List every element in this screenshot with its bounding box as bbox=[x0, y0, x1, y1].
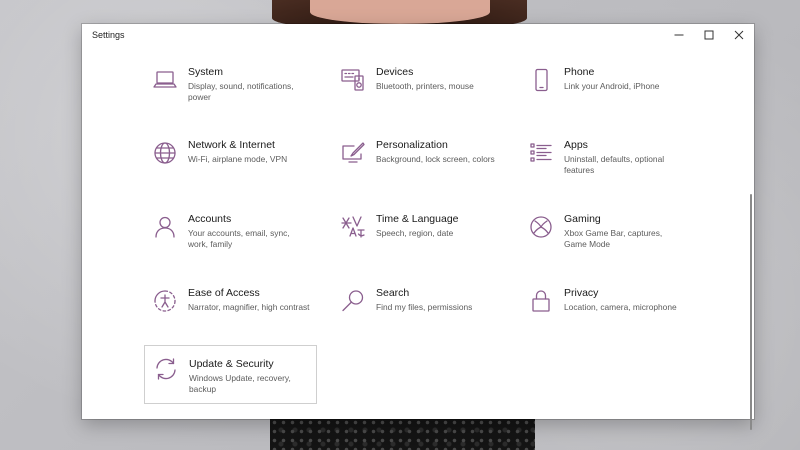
category-name: System bbox=[188, 66, 224, 78]
category-phone[interactable]: Phone Link your Android, iPhone bbox=[520, 63, 692, 123]
category-privacy[interactable]: Privacy Location, camera, microphone bbox=[520, 284, 692, 344]
category-name: Ease of Access bbox=[188, 287, 260, 299]
lock-icon bbox=[528, 288, 554, 314]
phone-icon bbox=[528, 67, 554, 93]
category-network-internet[interactable]: Network & Internet Wi-Fi, airplane mode,… bbox=[144, 136, 316, 196]
category-name: Accounts bbox=[188, 213, 232, 225]
category-description: Bluetooth, printers, mouse bbox=[376, 81, 474, 91]
person-icon bbox=[152, 214, 178, 240]
category-name: Update & Security bbox=[189, 358, 274, 370]
time-language-icon bbox=[340, 214, 366, 240]
category-name: Network & Internet bbox=[188, 139, 275, 151]
category-apps[interactable]: Apps Uninstall, defaults, optional featu… bbox=[520, 136, 692, 196]
category-name: Search bbox=[376, 287, 410, 299]
category-description: Find my files, permissions bbox=[376, 302, 473, 312]
category-description: Location, camera, microphone bbox=[564, 302, 677, 312]
title-bar[interactable]: Settings bbox=[82, 24, 754, 46]
category-name: Gaming bbox=[564, 213, 601, 225]
sync-icon bbox=[153, 356, 179, 382]
close-button[interactable] bbox=[724, 24, 754, 46]
category-description: Windows Update, recovery, backup bbox=[189, 373, 291, 394]
globe-icon bbox=[152, 140, 178, 166]
magnifier-icon bbox=[340, 288, 366, 314]
settings-window: Settings System Display, sound, notifica… bbox=[82, 24, 754, 430]
category-system[interactable]: System Display, sound, notifications, po… bbox=[144, 63, 316, 123]
maximize-icon bbox=[704, 30, 714, 40]
category-description: Speech, region, date bbox=[376, 228, 454, 238]
category-name: Personalization bbox=[376, 139, 448, 151]
category-description: Link your Android, iPhone bbox=[564, 81, 660, 91]
category-description: Background, lock screen, colors bbox=[376, 154, 495, 164]
maximize-button[interactable] bbox=[694, 24, 724, 46]
category-ease-of-access[interactable]: Ease of Access Narrator, magnifier, high… bbox=[144, 284, 316, 344]
category-personalization[interactable]: Personalization Background, lock screen,… bbox=[332, 136, 504, 196]
background-lace bbox=[270, 418, 535, 450]
category-description: Uninstall, defaults, optional features bbox=[564, 154, 665, 175]
category-description: Your accounts, email, sync, work, family bbox=[188, 228, 290, 249]
minimize-icon bbox=[674, 34, 684, 36]
scrollbar[interactable] bbox=[750, 194, 752, 430]
close-icon bbox=[734, 30, 744, 40]
category-name: Privacy bbox=[564, 287, 599, 299]
xbox-icon bbox=[528, 214, 554, 240]
category-name: Devices bbox=[376, 66, 414, 78]
window-controls bbox=[664, 24, 754, 46]
minimize-button[interactable] bbox=[664, 24, 694, 46]
ease-of-access-icon bbox=[152, 288, 178, 314]
category-description: Narrator, magnifier, high contrast bbox=[188, 302, 310, 312]
category-time-language[interactable]: Time & Language Speech, region, date bbox=[332, 210, 504, 270]
category-gaming[interactable]: Gaming Xbox Game Bar, captures, Game Mod… bbox=[520, 210, 692, 270]
category-description: Wi-Fi, airplane mode, VPN bbox=[188, 154, 288, 164]
laptop-icon bbox=[152, 67, 178, 93]
category-description: Xbox Game Bar, captures, Game Mode bbox=[564, 228, 663, 249]
category-devices[interactable]: Devices Bluetooth, printers, mouse bbox=[332, 63, 504, 123]
category-name: Time & Language bbox=[376, 213, 459, 225]
settings-grid: System Display, sound, notifications, po… bbox=[82, 46, 754, 430]
category-accounts[interactable]: Accounts Your accounts, email, sync, wor… bbox=[144, 210, 316, 270]
list-icon bbox=[528, 140, 554, 166]
keyboard-speaker-icon bbox=[340, 67, 366, 93]
category-search[interactable]: Search Find my files, permissions bbox=[332, 284, 504, 344]
category-name: Phone bbox=[564, 66, 595, 78]
category-update-security[interactable]: Update & Security Windows Update, recove… bbox=[144, 345, 317, 404]
background-face bbox=[310, 0, 490, 24]
category-description: Display, sound, notifications, power bbox=[188, 81, 294, 102]
window-title: Settings bbox=[92, 30, 125, 40]
category-name: Apps bbox=[564, 139, 588, 151]
paint-screen-icon bbox=[340, 140, 366, 166]
